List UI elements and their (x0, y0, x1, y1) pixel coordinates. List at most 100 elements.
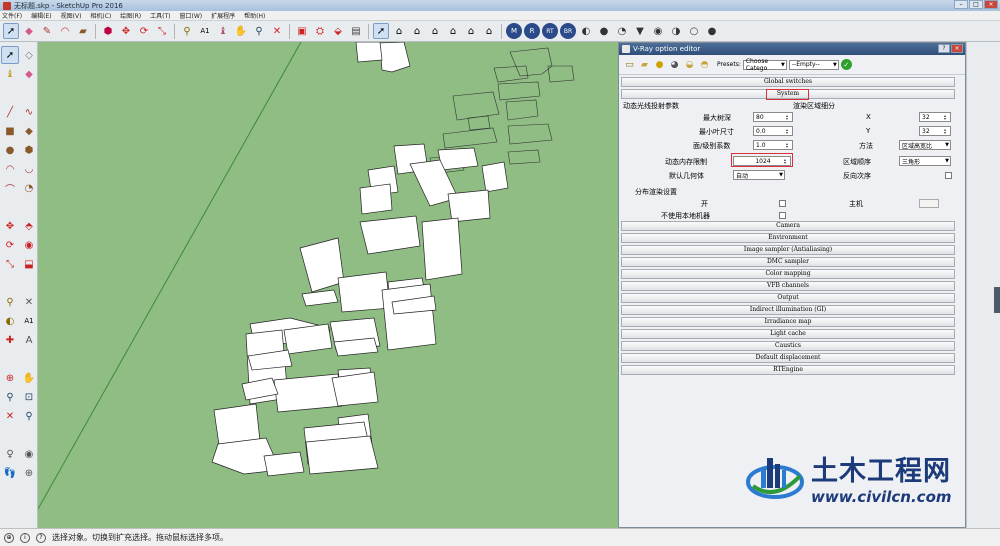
rollout-camera[interactable]: Camera (621, 221, 955, 231)
rectangle-icon[interactable]: ■ (1, 122, 19, 140)
eraser-icon[interactable]: ◆ (21, 23, 37, 39)
region-order-select[interactable]: 三角形 ▼ (899, 156, 951, 166)
spinner-icon[interactable]: ▴ ▾ (786, 128, 791, 135)
front-view-icon[interactable]: ⌂ (409, 23, 425, 39)
paint-icon[interactable]: ♝ (215, 23, 231, 39)
rollout-output[interactable]: Output (621, 293, 955, 303)
help-icon[interactable]: ? (36, 532, 46, 543)
menu-extensions[interactable]: 扩展程序 (211, 11, 235, 20)
rollout-indirect-illumination[interactable]: Indirect illumination (GI) (621, 305, 955, 315)
vray-m-icon[interactable]: M (506, 23, 522, 39)
rollout-caustics[interactable]: Caustics (621, 341, 955, 351)
arc-icon[interactable]: ◠ (57, 23, 73, 39)
minimize-button[interactable]: – (954, 0, 968, 9)
export-icon[interactable]: ◒ (683, 58, 696, 71)
menu-tools[interactable]: 工具(T) (150, 11, 170, 20)
y-input[interactable]: 32 ▴ ▾ (919, 126, 951, 136)
arc-icon[interactable]: ◠ (1, 160, 19, 178)
vray-dome-icon[interactable]: ◔ (614, 23, 630, 39)
house-icon[interactable]: ⌂ (391, 23, 407, 39)
preset-value-select[interactable]: --Empty-- ▼ (788, 59, 839, 70)
two-point-arc-icon[interactable]: ◡ (20, 160, 38, 178)
default-geometry-select[interactable]: 自动 ▼ (733, 170, 785, 180)
open-folder-icon[interactable]: ▰ (638, 58, 651, 71)
rollout-irradiance-map[interactable]: Irradiance map (621, 317, 955, 327)
push-pull-icon[interactable]: ⬘ (20, 217, 38, 235)
dimension-icon[interactable]: ✕ (20, 293, 38, 311)
tape-icon[interactable]: ⚲ (179, 23, 195, 39)
vray-mesh-icon[interactable]: ◉ (650, 23, 666, 39)
vray-close-button[interactable]: × (951, 44, 963, 53)
line-icon[interactable]: ╱ (1, 103, 19, 121)
rollout-light-cache[interactable]: Light cache (621, 329, 955, 339)
vray-plane-icon[interactable]: ◑ (668, 23, 684, 39)
vray-batch-icon[interactable]: BR (560, 23, 576, 39)
save-disk-icon[interactable]: ● (653, 58, 666, 71)
rotate-icon[interactable]: ⟳ (1, 236, 19, 254)
close-button[interactable]: × (984, 0, 998, 9)
three-point-arc-icon[interactable]: ⌒ (1, 179, 19, 197)
import-icon[interactable]: ◕ (668, 58, 681, 71)
rollout-rtengine[interactable]: RTEngine (621, 365, 955, 375)
new-file-icon[interactable]: ▭ (623, 58, 636, 71)
make-component-icon[interactable]: ◇ (20, 46, 38, 64)
right-view-icon[interactable]: ⌂ (427, 23, 443, 39)
zoom-extents-icon[interactable]: ✕ (269, 23, 285, 39)
zoom-icon[interactable]: ⚲ (251, 23, 267, 39)
zoom-icon[interactable]: ⚲ (1, 388, 19, 406)
rollout-global-switches[interactable]: Global switches (621, 77, 955, 87)
face-coef-input[interactable]: 1.0 ▴ ▾ (753, 140, 793, 150)
menu-edit[interactable]: 编辑(E) (31, 11, 51, 20)
offset-icon[interactable]: ⬓ (20, 255, 38, 273)
zoom-window-icon[interactable]: ⊡ (20, 388, 38, 406)
geo-location-icon[interactable]: ⊕ (4, 532, 14, 543)
pan-icon[interactable]: ✋ (20, 369, 38, 387)
circle-icon[interactable]: ● (1, 141, 19, 159)
rollout-dmc-sampler[interactable]: DMC sampler (621, 257, 955, 267)
rollout-vfb-channels[interactable]: VFB channels (621, 281, 955, 291)
rollout-system[interactable]: System (621, 89, 955, 100)
maximize-button[interactable]: □ (969, 0, 983, 9)
menu-camera[interactable]: 相机(C) (90, 11, 111, 20)
vray-rt-icon[interactable]: RT (542, 23, 558, 39)
left-view-icon[interactable]: ⌂ (463, 23, 479, 39)
rectangle-icon[interactable]: ▰ (75, 23, 91, 39)
previous-view-icon[interactable]: ⚲ (20, 407, 38, 425)
reset-icon[interactable]: ◓ (698, 58, 711, 71)
rollout-environment[interactable]: Environment (621, 233, 955, 243)
text-icon[interactable]: A1 (20, 312, 38, 330)
menu-draw[interactable]: 绘图(R) (120, 11, 141, 20)
follow-me-icon[interactable]: ◉ (20, 236, 38, 254)
move-icon[interactable]: ✥ (118, 23, 134, 39)
protractor-icon[interactable]: ◐ (1, 312, 19, 330)
menu-view[interactable]: 视图(V) (61, 11, 82, 20)
top-view-icon[interactable]: ⌂ (481, 23, 497, 39)
orbit-icon[interactable]: ✋ (233, 23, 249, 39)
rollout-image-sampler[interactable]: Image sampler (Antialiasing) (621, 245, 955, 255)
menu-help[interactable]: 帮助(H) (244, 11, 265, 20)
max-depth-input[interactable]: 80 ▴ ▾ (753, 112, 793, 122)
position-camera-icon[interactable]: ♀ (1, 445, 19, 463)
freehand-icon[interactable]: ∿ (20, 103, 38, 121)
vray-infinite-icon[interactable]: ● (704, 23, 720, 39)
3d-text-icon[interactable]: A (20, 331, 38, 349)
menu-window[interactable]: 窗口(W) (180, 11, 203, 20)
min-leaf-input[interactable]: 0.0 ▴ ▾ (753, 126, 793, 136)
select-icon[interactable]: ➚ (1, 46, 19, 64)
rotate-icon[interactable]: ⟳ (136, 23, 152, 39)
apply-preset-button[interactable]: ✓ (840, 59, 852, 70)
x-input[interactable]: 32 ▴ ▾ (919, 112, 951, 122)
push-pull-icon[interactable]: ⬢ (100, 23, 116, 39)
spinner-icon[interactable]: ▴ ▾ (944, 114, 949, 121)
reverse-order-checkbox[interactable] (945, 172, 952, 179)
method-select[interactable]: 区域高宽比 ▼ (899, 140, 951, 150)
tape-icon[interactable]: ⚲ (1, 293, 19, 311)
zoom-extents-icon[interactable]: ✕ (1, 407, 19, 425)
info-icon[interactable]: i (20, 532, 30, 543)
scale-icon[interactable]: ⤡ (1, 255, 19, 273)
section-icon[interactable]: ▤ (348, 23, 364, 39)
back-view-icon[interactable]: ⌂ (445, 23, 461, 39)
host-button[interactable] (919, 199, 939, 208)
vray-render-icon[interactable]: R (524, 23, 540, 39)
model-viewport[interactable] (38, 42, 618, 528)
